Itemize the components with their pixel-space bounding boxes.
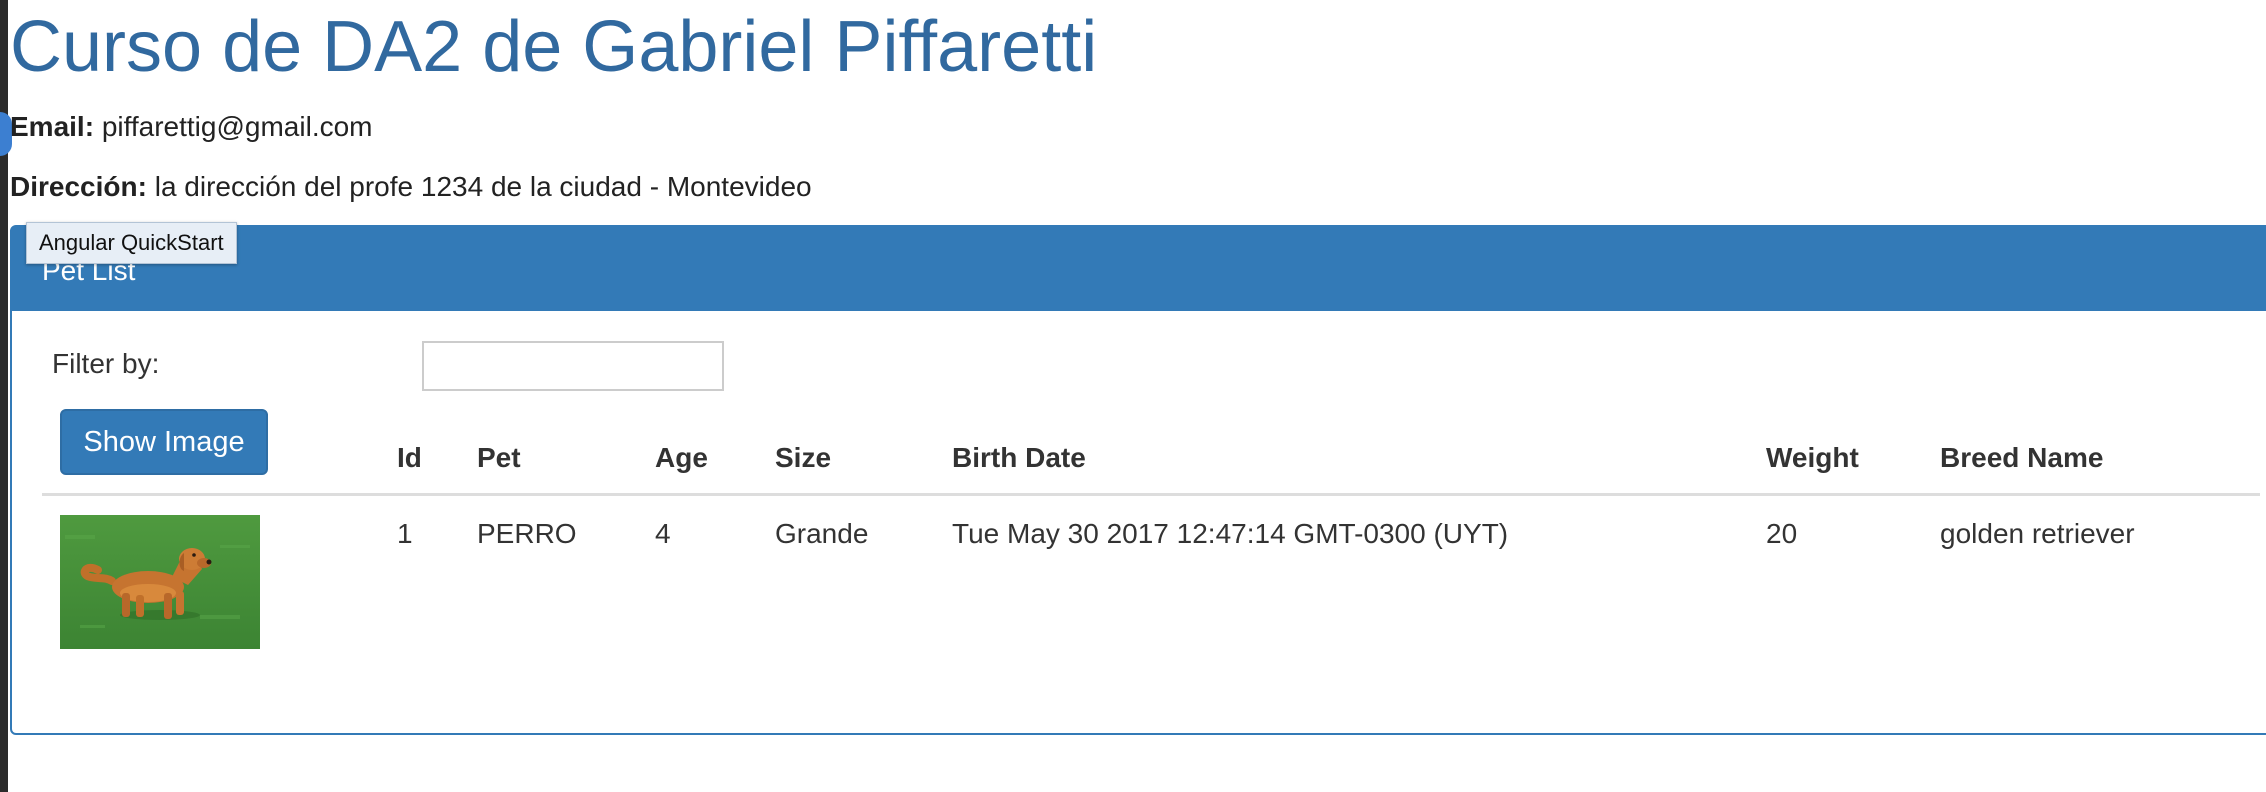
panel-heading: Pet List xyxy=(12,227,2266,311)
cell-birth-date: Tue May 30 2017 12:47:14 GMT-0300 (UYT) xyxy=(952,518,1509,549)
show-image-button[interactable]: Show Image xyxy=(60,409,268,475)
column-header-size: Size xyxy=(775,442,832,473)
cell-weight: 20 xyxy=(1766,518,1798,549)
email-value: piffarettig@gmail.com xyxy=(101,111,373,142)
cell-pet: PERRO xyxy=(477,518,577,549)
filter-input[interactable] xyxy=(422,341,724,391)
address-line: Dirección: la dirección del profe 1234 d… xyxy=(10,170,812,204)
email-label: Email: xyxy=(10,111,95,142)
page-title: Curso de DA2 de Gabriel Piffaretti xyxy=(10,7,1098,87)
column-header-pet: Pet xyxy=(477,442,521,473)
cell-id: 1 xyxy=(397,518,413,549)
table-header-divider xyxy=(42,493,2260,496)
column-header-age: Age xyxy=(655,442,708,473)
pet-photo xyxy=(60,515,260,649)
pet-list-panel: Pet List Filter by: Show Image Id Pet Ag… xyxy=(10,225,2266,735)
address-label: Dirección: xyxy=(10,171,147,202)
cell-breed-name: golden retriever xyxy=(1940,518,2135,549)
column-header-id: Id xyxy=(397,442,422,473)
cell-size: Grande xyxy=(775,518,869,549)
left-window-edge xyxy=(0,0,12,792)
cell-age: 4 xyxy=(655,518,671,549)
email-line: Email: piffarettig@gmail.com xyxy=(10,110,373,144)
address-value: la dirección del profe 1234 de la ciudad… xyxy=(154,171,812,202)
column-header-weight: Weight xyxy=(1766,442,1859,473)
filter-label: Filter by: xyxy=(52,348,160,379)
column-header-birth-date: Birth Date xyxy=(952,442,1086,473)
tab-tooltip: Angular QuickStart xyxy=(26,222,237,264)
column-header-breed-name: Breed Name xyxy=(1940,442,2104,473)
